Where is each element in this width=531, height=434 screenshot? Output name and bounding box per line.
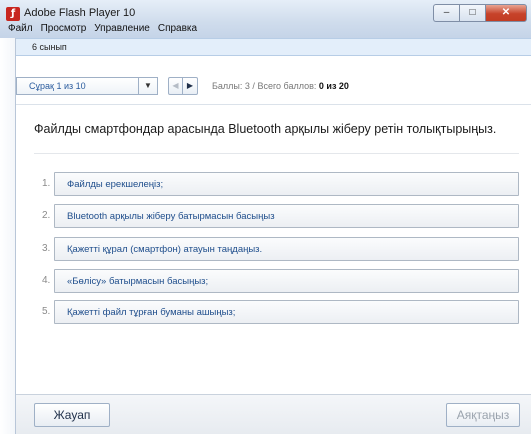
question-divider <box>34 153 519 154</box>
window-title: Adobe Flash Player 10 <box>24 7 136 19</box>
answer-text: Bluetooth арқылы жіберу батырмасын басың… <box>67 211 275 222</box>
answer-item: 3. Қажетті құрал (смартфон) атауын таңда… <box>34 237 519 261</box>
answer-item: 4. «Бөлісу» батырмасын басыңыз; <box>34 269 519 293</box>
window-controls: – □ ✕ <box>433 4 527 22</box>
answer-number: 4. <box>42 275 51 286</box>
answer-number: 3. <box>42 243 51 254</box>
score-info: Баллы: 3 / Всего баллов: 0 из 20 <box>212 81 349 91</box>
answer-text: Файлды ерекшелеңіз; <box>67 179 164 190</box>
question-select-label: Сұрақ 1 из 10 <box>29 81 86 91</box>
score-separator: / <box>252 81 255 91</box>
minimize-button[interactable]: – <box>433 4 459 22</box>
chevron-down-icon[interactable]: ▼ <box>138 78 157 94</box>
answer-number: 2. <box>42 210 51 221</box>
menu-file[interactable]: Файл <box>4 21 37 37</box>
maximize-button[interactable]: □ <box>459 4 485 22</box>
menu-help[interactable]: Справка <box>154 21 201 37</box>
menu-bar: Файл Просмотр Управление Справка <box>0 21 201 37</box>
answer-item: 5. Қажетті файл тұрған буманы ашыңыз; <box>34 300 519 324</box>
close-button[interactable]: ✕ <box>485 4 527 22</box>
left-frame <box>0 38 16 434</box>
answer-number: 5. <box>42 306 51 317</box>
total-label: Всего баллов: <box>257 81 317 91</box>
menu-control[interactable]: Управление <box>90 21 154 37</box>
finish-button[interactable]: Аяқтаңыз <box>446 403 520 427</box>
answer-number: 1. <box>42 178 51 189</box>
answer-item: 2. Bluetooth арқылы жіберу батырмасын ба… <box>34 204 519 228</box>
flash-icon: ƒ <box>6 7 20 21</box>
menu-view[interactable]: Просмотр <box>37 21 91 37</box>
answer-option-4[interactable]: «Бөлісу» батырмасын басыңыз; <box>54 269 519 293</box>
answer-text: Қажетті құрал (смартфон) атауын таңдаңыз… <box>67 244 263 255</box>
question-nav: ◀ ▶ <box>168 77 198 95</box>
answer-button[interactable]: Жауап <box>34 403 110 427</box>
course-bar: 6 сынып <box>16 38 531 56</box>
question-select[interactable]: Сұрақ 1 из 10 ▼ <box>16 77 158 95</box>
answer-option-5[interactable]: Қажетті файл тұрған буманы ашыңыз; <box>54 300 519 324</box>
answer-option-3[interactable]: Қажетті құрал (смартфон) атауын таңдаңыз… <box>54 237 519 261</box>
answer-item: 1. Файлды ерекшелеңіз; <box>34 172 519 196</box>
prev-question-button[interactable]: ◀ <box>168 77 183 95</box>
toolbar-divider <box>16 104 531 105</box>
next-question-button[interactable]: ▶ <box>183 77 198 95</box>
flash-player-window: ƒ Adobe Flash Player 10 – □ ✕ Файл Просм… <box>0 0 531 434</box>
answer-option-1[interactable]: Файлды ерекшелеңіз; <box>54 172 519 196</box>
course-label: 6 сынып <box>32 42 67 52</box>
score-label: Баллы: 3 <box>212 81 250 91</box>
question-text: Файлды смартфондар арасында Bluetooth ар… <box>34 122 497 136</box>
answer-option-2[interactable]: Bluetooth арқылы жіберу батырмасын басың… <box>54 204 519 228</box>
answer-text: Қажетті файл тұрған буманы ашыңыз; <box>67 307 236 318</box>
answer-text: «Бөлісу» батырмасын басыңыз; <box>67 276 209 287</box>
total-value: 0 из 20 <box>318 81 349 91</box>
title-bar: ƒ Adobe Flash Player 10 – □ ✕ Файл Просм… <box>0 0 531 38</box>
